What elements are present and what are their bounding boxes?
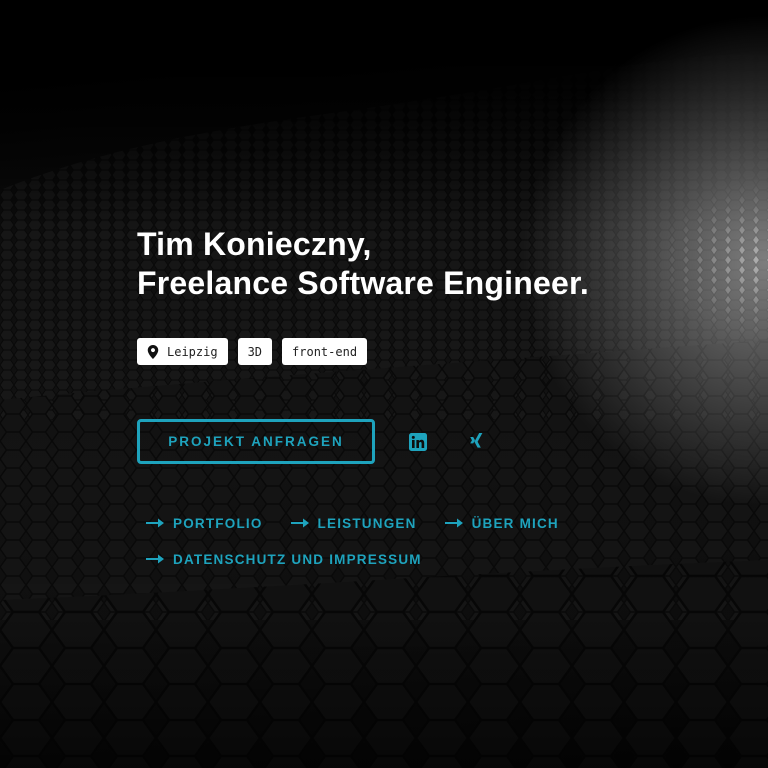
nav-link-datenschutz[interactable]: DATENSCHUTZ UND IMPRESSUM bbox=[146, 552, 422, 567]
xing-icon bbox=[470, 432, 483, 448]
nav-link-ueber-mich-label: ÜBER MICH bbox=[471, 515, 559, 531]
tag-front-end: front-end bbox=[282, 338, 368, 365]
tag-list: Leipzig 3D front-end bbox=[137, 338, 368, 365]
project-request-button[interactable]: PROJEKT ANFRAGEN bbox=[137, 419, 375, 464]
nav-links-row-2: DATENSCHUTZ UND IMPRESSUM bbox=[146, 541, 666, 577]
nav-links-row-1: PORTFOLIO LEISTUNGEN ÜBER MICH bbox=[146, 505, 666, 541]
xing-link[interactable] bbox=[467, 432, 487, 452]
hero-name: Tim Konieczny, bbox=[137, 226, 372, 262]
tag-3d: 3D bbox=[237, 338, 273, 365]
tag-front-end-label: front-end bbox=[292, 344, 358, 359]
linkedin-link[interactable] bbox=[408, 432, 428, 452]
map-pin-icon bbox=[147, 344, 159, 359]
nav-links: PORTFOLIO LEISTUNGEN ÜBER MICH DATENSCHU… bbox=[146, 505, 666, 577]
hero-role: Freelance Software Engineer. bbox=[137, 265, 589, 301]
linkedin-icon bbox=[409, 432, 427, 451]
cta-row: PROJEKT ANFRAGEN bbox=[137, 419, 487, 464]
tag-location: Leipzig bbox=[137, 338, 228, 365]
hero-content: Tim Konieczny, Freelance Software Engine… bbox=[137, 225, 737, 567]
nav-link-datenschutz-label: DATENSCHUTZ UND IMPRESSUM bbox=[173, 551, 422, 567]
arrow-right-icon bbox=[146, 518, 164, 528]
arrow-right-icon bbox=[444, 518, 463, 528]
nav-link-ueber-mich[interactable]: ÜBER MICH bbox=[444, 515, 559, 531]
nav-link-portfolio[interactable]: PORTFOLIO bbox=[146, 516, 263, 531]
arrow-right-icon bbox=[146, 554, 164, 564]
nav-link-leistungen-label: LEISTUNGEN bbox=[317, 515, 417, 531]
hero-headline: Tim Konieczny, Freelance Software Engine… bbox=[137, 225, 737, 303]
nav-link-leistungen[interactable]: LEISTUNGEN bbox=[290, 515, 417, 531]
hero-stage: Tim Konieczny, Freelance Software Engine… bbox=[0, 0, 768, 768]
arrow-right-icon bbox=[290, 518, 309, 528]
nav-link-portfolio-label: PORTFOLIO bbox=[173, 515, 263, 531]
tag-location-label: Leipzig bbox=[167, 344, 218, 359]
hexagon-terrain-background bbox=[0, 0, 768, 768]
tag-3d-label: 3D bbox=[247, 344, 263, 359]
